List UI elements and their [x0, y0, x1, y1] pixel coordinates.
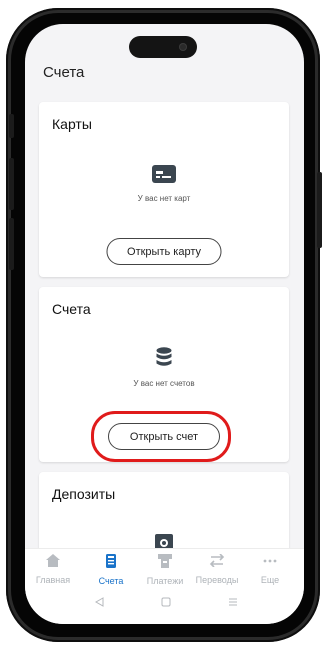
deposits-section-title: Депозиты: [52, 486, 116, 502]
phone-volume-down-button: [9, 218, 14, 270]
transfer-arrows-icon: [209, 553, 225, 568]
menu-lines-icon[interactable]: [228, 597, 238, 610]
phone-power-button: [317, 172, 322, 248]
phone-volume-up-button: [9, 158, 14, 210]
tab-payments-label: Платежи: [146, 576, 184, 586]
dynamic-island: [129, 36, 197, 58]
home-icon: [46, 554, 60, 567]
phone-accounts-icon: [106, 554, 116, 568]
tab-more-label: Еще: [260, 575, 280, 585]
cards-empty-text: У вас нет карт: [137, 194, 191, 203]
phone-mute-button: [9, 114, 14, 138]
accounts-empty-text: У вас нет счетов: [133, 379, 195, 388]
bottom-tab-bar: Главная Счета Платежи Переводы Еще: [25, 548, 304, 589]
database-icon: [156, 347, 172, 372]
home-square-icon[interactable]: [161, 597, 171, 610]
front-camera-icon: [179, 43, 187, 51]
tab-payments[interactable]: Платежи: [141, 554, 189, 586]
back-icon[interactable]: [94, 597, 104, 610]
tab-home-label: Главная: [35, 575, 71, 585]
app-screen: Счета Карты У вас нет карт Открыть карту…: [25, 24, 304, 624]
accounts-section-title: Счета: [52, 301, 91, 317]
tab-more[interactable]: Еще: [246, 554, 294, 585]
more-dots-icon: [263, 559, 277, 563]
tab-accounts-label: Счета: [98, 576, 124, 586]
tab-transfers[interactable]: Переводы: [193, 553, 241, 585]
tab-home[interactable]: Главная: [29, 554, 77, 585]
tab-accounts[interactable]: Счета: [87, 554, 135, 586]
highlight-annotation: [91, 411, 231, 462]
cards-section: Карты У вас нет карт Открыть карту: [39, 102, 289, 277]
page-title: Счета: [43, 64, 85, 81]
tab-transfers-label: Переводы: [195, 575, 239, 585]
cards-section-title: Карты: [52, 116, 92, 132]
card-icon: [152, 165, 176, 188]
open-card-button[interactable]: Открыть карту: [106, 238, 222, 265]
payment-terminal-icon: [158, 554, 172, 568]
system-navigation-bar: [25, 589, 304, 624]
